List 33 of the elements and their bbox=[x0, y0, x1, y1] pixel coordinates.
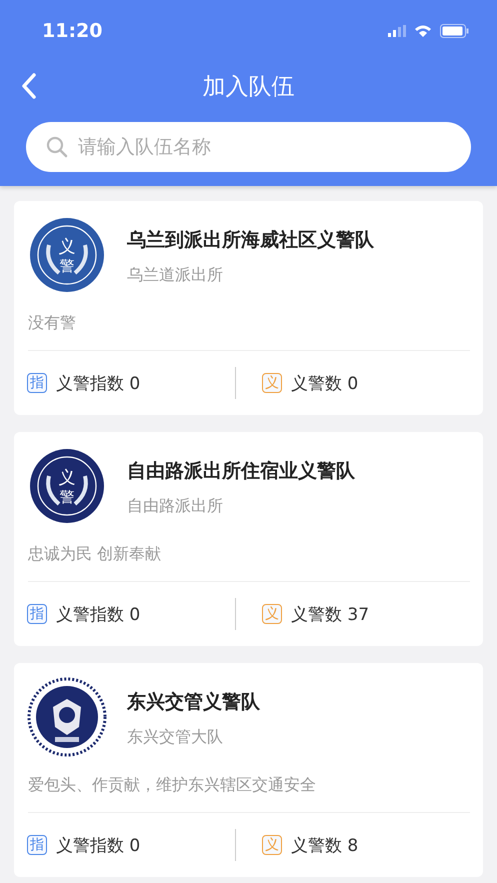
emblem-icon bbox=[27, 677, 107, 757]
station-name: 东兴交管大队 bbox=[127, 727, 224, 748]
signal-icon bbox=[388, 25, 406, 37]
team-name: 自由路派出所住宿业义警队 bbox=[127, 459, 355, 484]
stat-icon: 指 bbox=[27, 604, 47, 624]
stat-label: 义警指数 0 bbox=[56, 372, 140, 394]
team-motto: 爱包头、作贡献，维护东兴辖区交通安全 bbox=[28, 775, 470, 813]
team-motto: 没有警 bbox=[28, 313, 470, 351]
status-time: 11:20 bbox=[42, 20, 102, 42]
page-title: 加入队伍 bbox=[202, 72, 294, 102]
stat-label: 义警数 37 bbox=[291, 604, 370, 626]
team-name: 乌兰到派出所海威社区义警队 bbox=[127, 228, 374, 253]
emblem-icon: 义 警 bbox=[27, 446, 107, 526]
team-card[interactable]: 义 警 乌兰到派出所海威社区义警队 乌兰道派出所 没有警 指 义警指数 0 义 义警数 0 bbox=[14, 201, 483, 415]
stat-label: 义警数 0 bbox=[291, 372, 358, 394]
search-field[interactable]: 请输入队伍名称 bbox=[26, 122, 471, 172]
stat-icon: 指 bbox=[27, 373, 47, 393]
team-card[interactable]: 义 警 自由路派出所住宿业义警队 自由路派出所 忠诚为民 创新奉献 指 义警指数 0 义 义警数 37 bbox=[14, 432, 483, 646]
stat-label: 义警指数 0 bbox=[56, 834, 140, 856]
stat-icon: 义 bbox=[262, 604, 282, 624]
stat-label: 义警指数 0 bbox=[56, 604, 140, 626]
team-name: 东兴交管义警队 bbox=[127, 690, 260, 715]
emblem-icon: 义 警 bbox=[27, 215, 107, 295]
station-name: 自由路派出所 bbox=[127, 496, 224, 517]
battery-icon bbox=[440, 24, 469, 38]
team-motto: 忠诚为民 创新奉献 bbox=[28, 544, 470, 582]
stat-label: 义警数 8 bbox=[291, 834, 358, 856]
station-name: 乌兰道派出所 bbox=[127, 265, 224, 286]
wifi-icon bbox=[414, 24, 432, 38]
stat-icon: 指 bbox=[27, 835, 47, 855]
stat-icon: 义 bbox=[262, 835, 282, 855]
stat-icon: 义 bbox=[262, 373, 282, 393]
team-card[interactable]: 东兴交管义警队 东兴交管大队 爱包头、作贡献，维护东兴辖区交通安全 指 义警指数 0 义 义警数 8 bbox=[14, 663, 483, 877]
